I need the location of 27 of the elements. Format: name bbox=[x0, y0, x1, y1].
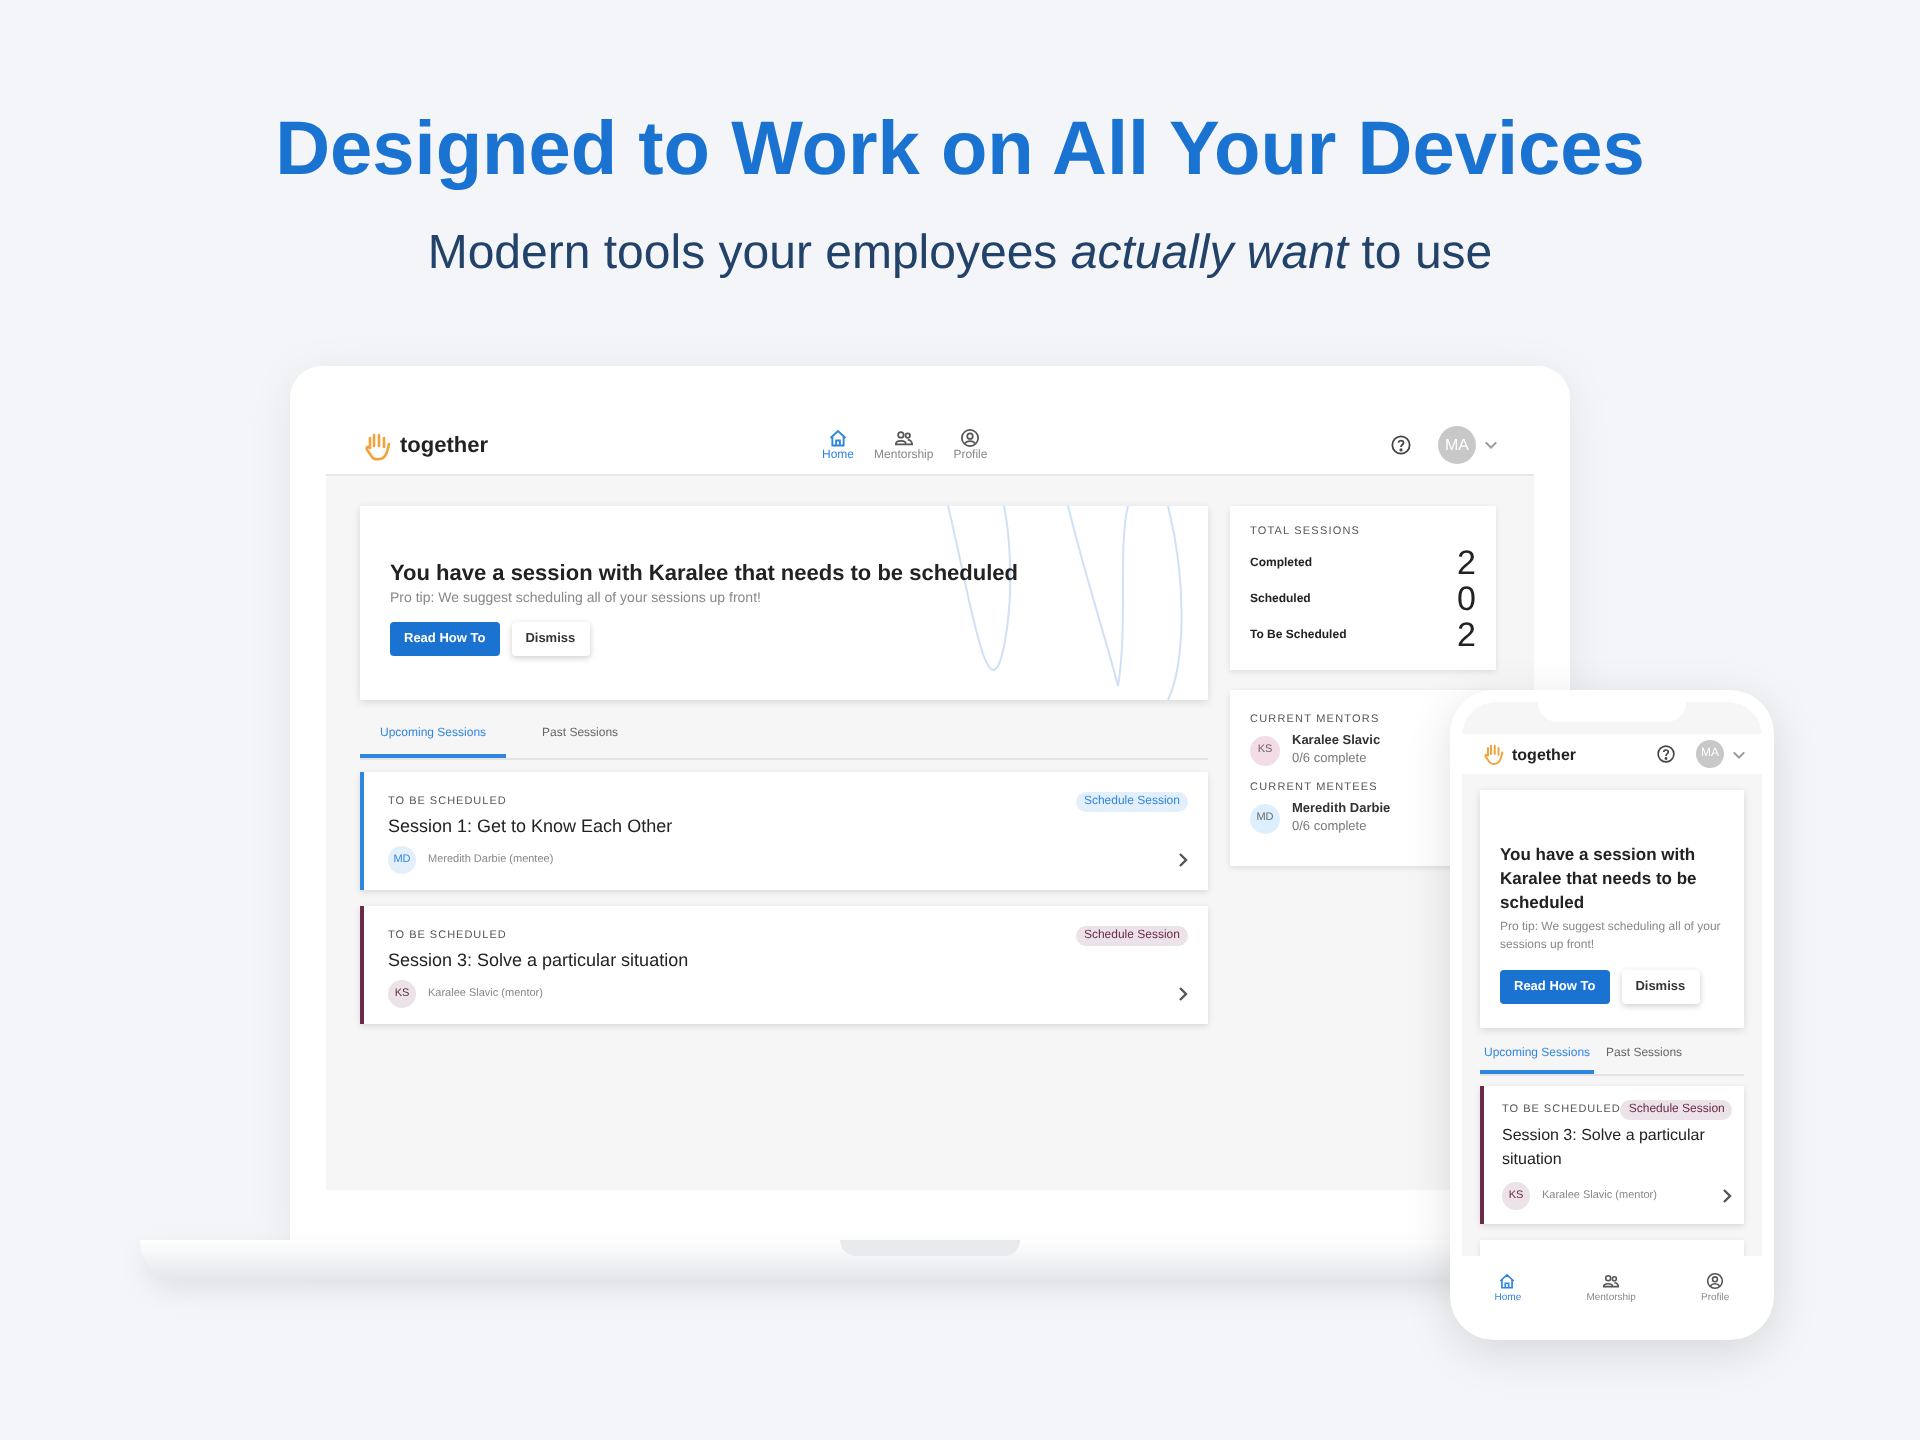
people-icon bbox=[1602, 1272, 1621, 1290]
headline: Designed to Work on All Your Devices bbox=[275, 106, 1645, 196]
chevron-right-icon[interactable] bbox=[1178, 852, 1188, 868]
help-icon[interactable] bbox=[1656, 744, 1676, 764]
profile-icon bbox=[960, 428, 981, 448]
people-icon bbox=[893, 428, 914, 448]
session-title: Session 3: Solve a particular situation bbox=[388, 950, 691, 970]
subheadline: Modern tools your employees actually want to use bbox=[427, 224, 1493, 284]
hand-icon bbox=[1482, 742, 1506, 766]
app-logo[interactable]: together bbox=[1512, 745, 1576, 763]
session-title: Session 1: Get to Know Each Other bbox=[388, 816, 675, 836]
chevron-right-icon[interactable] bbox=[1178, 986, 1188, 1002]
total-value: 2 bbox=[1457, 544, 1476, 584]
home-icon bbox=[1498, 1272, 1517, 1290]
total-value: 0 bbox=[1457, 580, 1476, 620]
home-icon bbox=[828, 428, 848, 448]
chevron-down-icon[interactable] bbox=[1732, 749, 1746, 759]
chevron-down-icon[interactable] bbox=[1484, 440, 1498, 450]
profile-icon bbox=[1706, 1272, 1725, 1290]
hand-icon bbox=[362, 429, 394, 461]
banner-title: You have a session with Karalee that needs to be scheduled bbox=[390, 562, 1020, 586]
session-title: Session 3: Solve a particular situation bbox=[1502, 1124, 1707, 1172]
app-logo[interactable]: together bbox=[400, 433, 488, 457]
help-icon[interactable] bbox=[1390, 434, 1412, 456]
chevron-right-icon[interactable] bbox=[1722, 1188, 1732, 1204]
banner-title: You have a session with Karalee that needs to be scheduled bbox=[1500, 842, 1699, 914]
total-value: 2 bbox=[1457, 616, 1476, 656]
